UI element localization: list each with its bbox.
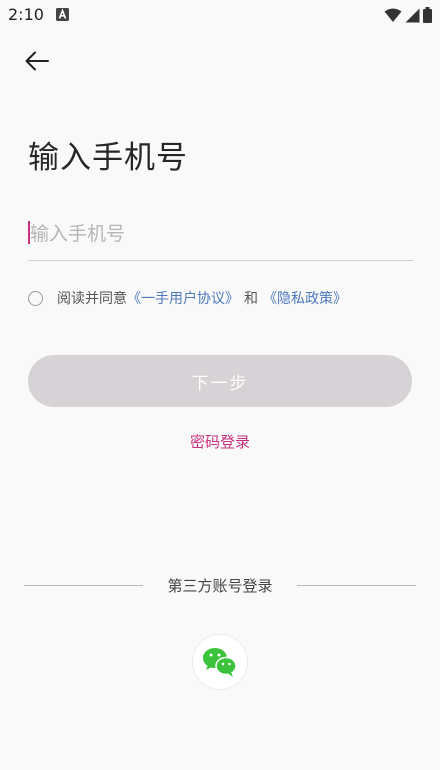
wifi-icon [384, 8, 402, 22]
phone-input[interactable] [28, 212, 410, 256]
password-login-link[interactable]: 密码登录 [0, 431, 440, 452]
status-bar: 2:10 [0, 0, 440, 30]
phone-input-container[interactable] [28, 212, 413, 261]
wechat-login-button[interactable] [192, 634, 248, 690]
status-icons [384, 6, 432, 24]
battery-icon [423, 7, 432, 23]
back-arrow-icon [25, 51, 49, 71]
agreement-conjunction: 和 [244, 291, 258, 307]
wechat-icon [203, 648, 237, 677]
signal-icon [405, 8, 420, 22]
user-agreement-link[interactable]: 《一手用户协议》 [127, 288, 239, 308]
a-notification-icon [56, 8, 69, 21]
divider-right [297, 585, 416, 586]
agreement-prefix: 阅读并同意 [57, 291, 127, 307]
privacy-policy-link[interactable]: 《隐私政策》 [263, 288, 347, 308]
status-time: 2:10 [8, 5, 44, 24]
back-button[interactable] [20, 46, 54, 76]
next-step-button[interactable]: 下一步 [28, 355, 412, 407]
page-title: 输入手机号 [28, 140, 188, 176]
agreement-checkbox[interactable] [28, 290, 43, 306]
agreement-row: 阅读并同意 《一手用户协议》 和 《隐私政策》 [28, 288, 347, 308]
